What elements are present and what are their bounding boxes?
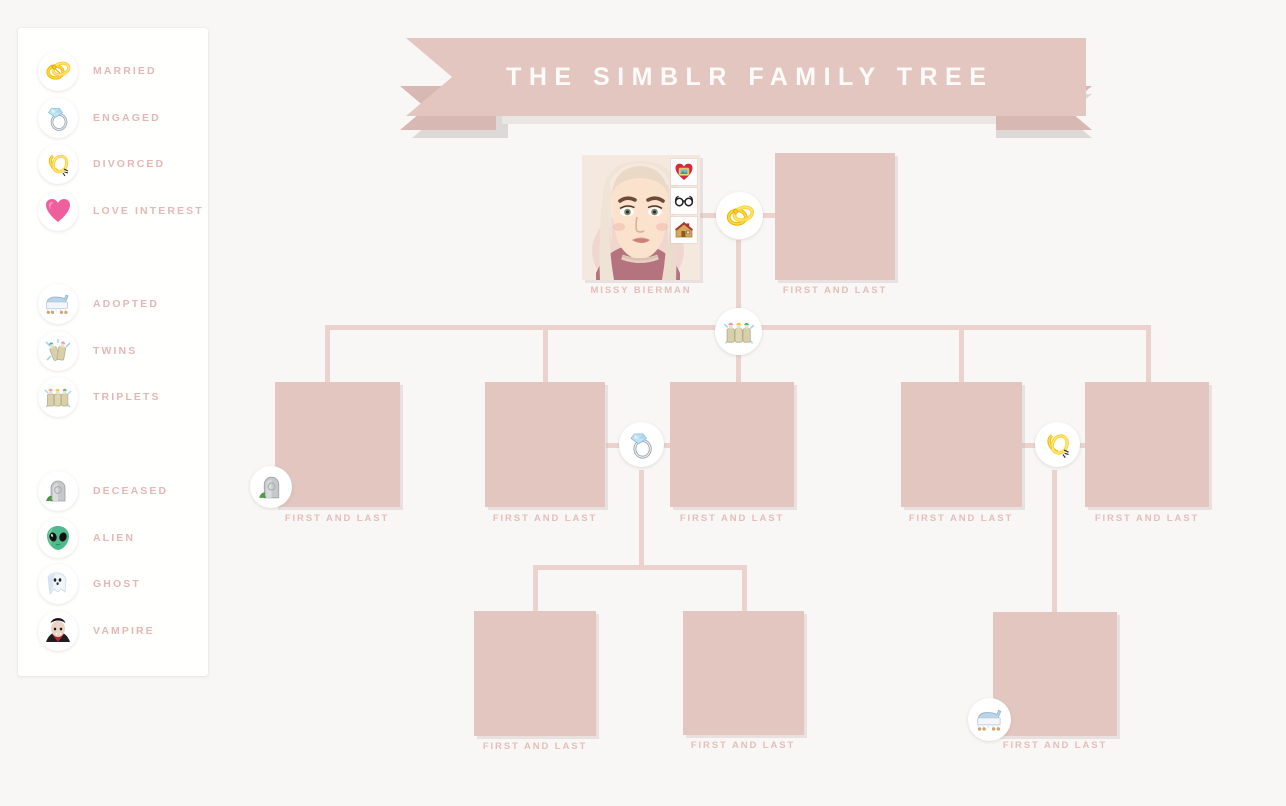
card-label: FIRST AND LAST xyxy=(908,513,1014,524)
card-label: FIRST AND LAST xyxy=(492,513,598,524)
card-gen3-a[interactable] xyxy=(474,611,596,736)
card-gen2-b[interactable] xyxy=(485,382,605,507)
legend-item-divorced[interactable]: DIVORCED xyxy=(18,141,208,188)
legend-group-relationships: MARRIED ENGAGED DIVORCED LOVE INTEREST xyxy=(18,48,208,234)
connector-drop-g2d xyxy=(959,325,964,385)
legend-label: ADOPTED xyxy=(93,298,160,311)
legend-item-love-interest[interactable]: LOVE INTEREST xyxy=(18,188,208,235)
ghost-icon xyxy=(38,564,78,605)
engagement-ring-icon xyxy=(38,97,78,138)
connector-drop-g2a xyxy=(325,325,330,385)
badge-adopted[interactable] xyxy=(968,698,1011,741)
connector-drop-g3a xyxy=(533,565,538,613)
card-gen2-d[interactable] xyxy=(901,382,1022,507)
family-heart-icon[interactable] xyxy=(671,159,697,185)
cradle-icon xyxy=(38,284,78,325)
connector-drop-g3b xyxy=(742,565,747,613)
legend-item-married[interactable]: MARRIED xyxy=(18,48,208,95)
broken-rings-icon xyxy=(38,144,78,185)
legend-item-triplets[interactable]: TRIPLETS xyxy=(18,374,208,421)
legend-item-engaged[interactable]: ENGAGED xyxy=(18,95,208,142)
legend-group-life-state: DECEASED ALIEN GHOST VAMPIRE xyxy=(18,468,208,654)
connector-triplets-drop xyxy=(736,355,741,385)
legend-label: DIVORCED xyxy=(93,158,166,171)
badge-divorced[interactable] xyxy=(1035,422,1080,467)
legend-label: GHOST xyxy=(93,578,141,591)
glasses-icon[interactable] xyxy=(671,188,697,214)
page-title: THE SIMBLR FAMILY TREE xyxy=(506,62,994,91)
three-bottles-icon xyxy=(38,377,78,418)
connector-drop-g2b xyxy=(543,325,548,385)
alien-icon xyxy=(38,517,78,558)
legend-item-vampire[interactable]: VAMPIRE xyxy=(18,608,208,655)
wedding-rings-icon xyxy=(38,51,78,92)
legend-label: ENGAGED xyxy=(93,111,161,124)
connector-engaged-drop xyxy=(639,470,644,565)
vampire-icon xyxy=(38,610,78,651)
trait-icon-stack xyxy=(671,159,697,243)
legend-label: LOVE INTEREST xyxy=(93,204,204,217)
badge-triplets[interactable] xyxy=(715,308,762,355)
connector-sibling-bar-gen3 xyxy=(533,565,747,570)
legend-item-adopted[interactable]: ADOPTED xyxy=(18,281,208,328)
connector-drop-g2e xyxy=(1146,325,1151,385)
title-banner: THE SIMBLR FAMILY TREE xyxy=(400,38,1092,138)
card-label: FIRST AND LAST xyxy=(1002,740,1108,751)
badge-deceased[interactable] xyxy=(250,466,292,508)
legend-item-ghost[interactable]: GHOST xyxy=(18,561,208,608)
card-label: FIRST AND LAST xyxy=(1094,513,1200,524)
legend-label: TRIPLETS xyxy=(93,391,161,404)
legend-label: DECEASED xyxy=(93,485,169,498)
card-label: FIRST AND LAST xyxy=(690,740,796,751)
card-gen2-a[interactable] xyxy=(275,382,400,507)
card-label: FIRST AND LAST xyxy=(284,513,390,524)
legend-label: MARRIED xyxy=(93,65,157,78)
legend-item-deceased[interactable]: DECEASED xyxy=(18,468,208,515)
tombstone-icon xyxy=(38,471,78,512)
family-tree-canvas: MARRIED ENGAGED DIVORCED LOVE INTEREST A… xyxy=(0,0,1286,806)
card-label: FIRST AND LAST xyxy=(482,741,588,752)
card-gen3-c[interactable] xyxy=(993,612,1117,736)
legend-label: ALIEN xyxy=(93,531,135,544)
card-label: FIRST AND LAST xyxy=(782,285,888,296)
two-bottles-icon xyxy=(38,330,78,371)
card-gen1-spouse[interactable] xyxy=(775,153,895,280)
card-label: MISSY BIERMAN xyxy=(590,285,692,296)
card-gen2-e[interactable] xyxy=(1085,382,1209,507)
house-icon[interactable] xyxy=(671,217,697,243)
legend-item-twins[interactable]: TWINS xyxy=(18,328,208,375)
legend-item-alien[interactable]: ALIEN xyxy=(18,515,208,562)
heart-icon xyxy=(38,190,78,231)
legend-group-birth: ADOPTED TWINS TRIPLETS xyxy=(18,281,208,421)
badge-married[interactable] xyxy=(716,192,763,239)
card-gen2-c[interactable] xyxy=(670,382,794,507)
legend-label: VAMPIRE xyxy=(93,624,155,637)
legend-label: TWINS xyxy=(93,344,138,357)
badge-engaged[interactable] xyxy=(619,422,664,467)
connector-divorced-drop xyxy=(1052,470,1057,615)
card-gen3-b[interactable] xyxy=(683,611,804,735)
legend-panel: MARRIED ENGAGED DIVORCED LOVE INTEREST A… xyxy=(18,28,208,676)
card-label: FIRST AND LAST xyxy=(679,513,785,524)
